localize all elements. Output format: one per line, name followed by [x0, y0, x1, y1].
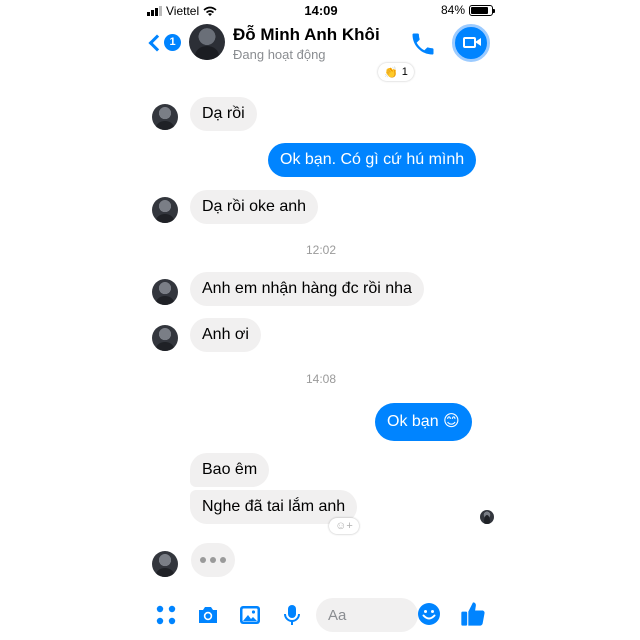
seen-receipt-avatar: [480, 510, 494, 524]
contact-name[interactable]: Đỗ Minh Anh Khôi: [233, 25, 380, 45]
typing-indicator: [191, 543, 235, 577]
battery-info: 84%: [440, 3, 495, 17]
back-button[interactable]: 1: [147, 34, 181, 51]
emoji-picker-icon[interactable]: [417, 602, 441, 626]
sender-avatar[interactable]: [152, 551, 178, 577]
contact-status: Đang hoạt động: [233, 47, 326, 62]
sender-avatar[interactable]: [152, 325, 178, 351]
photo-gallery-icon[interactable]: [238, 603, 262, 627]
message-reaction[interactable]: 👏 1: [378, 63, 414, 81]
messenger-screen: Viettel 14:09 84% 1 Đỗ Minh Anh Khôi Đan…: [141, 0, 501, 640]
phone-call-button[interactable]: [409, 30, 437, 58]
message-bubble-outgoing[interactable]: Ok bạn 😊: [375, 403, 472, 441]
message-bubble-incoming[interactable]: Anh ơi: [190, 318, 261, 352]
message-bubble-incoming[interactable]: Dạ rồi oke anh: [190, 190, 319, 224]
chevron-left-icon: [148, 34, 166, 51]
thumbs-up-icon[interactable]: [459, 600, 487, 628]
message-bubble-incoming[interactable]: Dạ rồi: [190, 97, 257, 131]
contact-avatar[interactable]: [189, 24, 225, 60]
conversation-header: 1 Đỗ Minh Anh Khôi Đang hoạt động: [141, 20, 501, 68]
timestamp-separator: 14:08: [305, 372, 337, 386]
message-bubble-incoming[interactable]: Anh em nhận hàng đc rồi nha: [190, 272, 424, 306]
battery-icon: [469, 4, 495, 16]
status-bar: Viettel 14:09 84%: [141, 0, 501, 20]
sender-avatar[interactable]: [152, 279, 178, 305]
reaction-count: 1: [401, 66, 408, 78]
sender-avatar[interactable]: [152, 197, 178, 223]
message-bubble-incoming[interactable]: Bao êm: [190, 453, 270, 487]
camera-icon[interactable]: [196, 603, 220, 627]
message-input-placeholder: Aa: [328, 607, 347, 624]
unread-badge: 1: [164, 34, 181, 51]
sender-avatar[interactable]: [152, 104, 178, 130]
video-call-button[interactable]: [452, 24, 490, 62]
reaction-emoji: 👏: [384, 66, 398, 79]
message-bubble-outgoing[interactable]: Ok bạn. Có gì cứ hú mình: [268, 143, 477, 177]
add-reaction-button[interactable]: ☺+: [329, 518, 359, 534]
battery-percent: 84%: [440, 3, 465, 17]
message-input[interactable]: Aa: [316, 598, 418, 632]
message-composer: Aa: [141, 595, 501, 635]
more-apps-icon[interactable]: [154, 603, 178, 627]
timestamp-separator: 12:02: [305, 243, 337, 257]
microphone-icon[interactable]: [280, 603, 304, 627]
